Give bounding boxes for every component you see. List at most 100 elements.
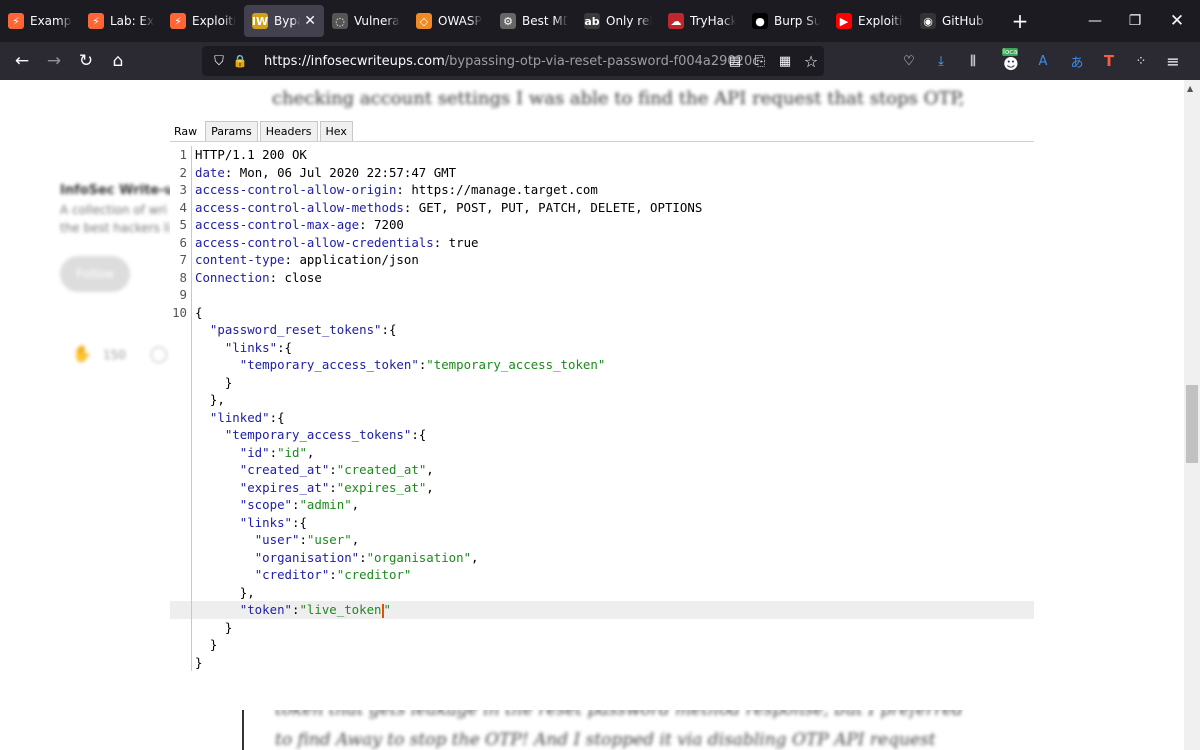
forward-arrow-icon[interactable]: → bbox=[38, 45, 70, 77]
burp-tab-params[interactable]: Params bbox=[205, 121, 258, 141]
new-tab-button[interactable]: + bbox=[1002, 9, 1038, 33]
json-punctuation: :{ bbox=[277, 339, 292, 355]
browser-tab[interactable]: ⚡ Example bbox=[0, 0, 80, 42]
scrollbar-thumb[interactable] bbox=[1186, 385, 1198, 463]
code-line: "links":{ bbox=[170, 513, 1034, 531]
follow-button[interactable]: Follow bbox=[60, 256, 130, 292]
reader-view-icon[interactable]: ▤ bbox=[722, 48, 748, 74]
line-number bbox=[170, 391, 187, 409]
library-icon[interactable]: ⫼ bbox=[960, 48, 986, 74]
json-value: "organisation" bbox=[366, 549, 472, 565]
json-value: "temporary_access_token" bbox=[426, 357, 606, 372]
browser-tab[interactable]: ⚡ Exploitin bbox=[162, 0, 244, 42]
gutter-divider bbox=[191, 548, 192, 566]
extension-localhost-icon[interactable]: loca ☻ bbox=[998, 48, 1024, 74]
clap-icon[interactable]: ✋ bbox=[72, 344, 92, 363]
gutter-divider bbox=[191, 338, 192, 356]
browser-tab[interactable]: ◉ GitHub - bbox=[912, 0, 996, 42]
json-punctuation: , bbox=[351, 497, 360, 512]
browser-tab[interactable]: ⚙ Best MD bbox=[492, 0, 576, 42]
comment-icon[interactable]: ◯ bbox=[150, 344, 168, 363]
browser-tab-label: Vulnerat bbox=[354, 14, 400, 28]
burp-tab-hex[interactable]: Hex bbox=[319, 121, 353, 141]
line-number bbox=[170, 339, 187, 357]
line-text: access-control-max-age: 7200 bbox=[195, 216, 404, 234]
lock-icon[interactable]: 🔒 bbox=[230, 54, 250, 68]
line-text: "expires_at":"expires_at", bbox=[195, 479, 434, 497]
browser-tab[interactable]: ab Only rela bbox=[576, 0, 660, 42]
translate-alt-extension-icon[interactable]: あ bbox=[1064, 48, 1090, 74]
line-number bbox=[170, 374, 187, 392]
line-number bbox=[170, 549, 187, 567]
code-line: }, bbox=[170, 391, 1034, 409]
gutter-divider bbox=[191, 478, 192, 496]
code-line: 8 Connection: close bbox=[170, 268, 1034, 286]
browser-tab[interactable]: ● Burp Sui bbox=[744, 0, 828, 42]
code-line: } bbox=[170, 373, 1034, 392]
line-number: 6 bbox=[179, 234, 187, 250]
gutter-divider bbox=[191, 286, 192, 304]
gutter-divider bbox=[191, 443, 192, 461]
url-path: /bypassing-otp-via-reset-password-f004a2… bbox=[444, 53, 760, 69]
browser-tab-label: Bypas bbox=[274, 14, 300, 28]
gutter-divider bbox=[191, 566, 192, 584]
json-value: "admin" bbox=[299, 497, 352, 512]
http-response-editor[interactable]: 1 HTTP/1.1 200 OK 2 date: Mon, 06 Jul 2020 … bbox=[170, 146, 1034, 671]
json-key: "password_reset_tokens" bbox=[209, 322, 382, 337]
pocket-icon[interactable]: ♡ bbox=[896, 48, 922, 74]
gutter-divider bbox=[191, 513, 192, 531]
browser-tab[interactable]: ◇ OWASP bbox=[408, 0, 492, 42]
browser-tab[interactable]: ☁ TryHackI bbox=[660, 0, 744, 42]
page-scrollbar[interactable]: ▲ bbox=[1184, 80, 1200, 750]
json-punctuation: , bbox=[426, 462, 434, 477]
publication-name[interactable]: InfoSec Write-u bbox=[60, 183, 174, 198]
home-icon[interactable]: ⌂ bbox=[102, 45, 134, 77]
line-number: 5 bbox=[179, 217, 187, 232]
browser-tab[interactable]: ▶ Exploitin bbox=[828, 0, 912, 42]
burp-response-panel: Raw Params Headers Hex 1 HTTP/1.1 200 OK 2 dat… bbox=[170, 120, 1034, 710]
gutter-divider bbox=[191, 583, 192, 601]
line-number bbox=[170, 426, 187, 444]
code-line: 9 bbox=[170, 286, 1034, 304]
translate-extension-icon[interactable]: A bbox=[1030, 48, 1056, 74]
browser-tab[interactable]: ◌ Vulnerat bbox=[324, 0, 408, 42]
gutter-divider bbox=[191, 653, 192, 671]
json-punctuation: : bbox=[329, 479, 337, 495]
browser-tab[interactable]: ⚡ Lab: Expl bbox=[80, 0, 162, 42]
burp-tab-raw[interactable]: Raw bbox=[170, 121, 204, 141]
line-number: 10 bbox=[172, 304, 187, 320]
code-line: "temporary_access_token":"temporary_acce… bbox=[170, 356, 1034, 374]
json-punctuation: }, bbox=[209, 392, 225, 407]
line-number bbox=[170, 356, 187, 374]
line-number bbox=[170, 409, 187, 427]
bookmark-star-icon[interactable]: ☆ bbox=[798, 48, 824, 74]
url-text[interactable]: https://infosecwriteups.com/bypassing-ot… bbox=[264, 54, 759, 69]
header-name: access-control-allow-credentials bbox=[195, 234, 434, 250]
back-arrow-icon[interactable]: ← bbox=[6, 45, 38, 77]
restore-window-icon[interactable]: ❐ bbox=[1112, 0, 1158, 42]
translate-icon[interactable]: ⎘ bbox=[747, 48, 773, 74]
header-name: Connection bbox=[195, 269, 270, 285]
browser-tab[interactable]: IW Bypas ✕ bbox=[244, 5, 324, 37]
downloads-icon[interactable]: ⤓ bbox=[928, 48, 954, 74]
hamburger-menu-icon[interactable]: ≡ bbox=[1160, 48, 1186, 74]
scroll-up-icon[interactable]: ▲ bbox=[1187, 84, 1193, 93]
line-number bbox=[170, 531, 187, 549]
close-tab-icon[interactable]: ✕ bbox=[304, 13, 316, 29]
reload-icon[interactable]: ↻ bbox=[70, 45, 102, 77]
json-punctuation: } bbox=[209, 637, 218, 652]
t-extension-icon[interactable]: T bbox=[1096, 48, 1122, 74]
close-window-icon[interactable]: ✕ bbox=[1154, 0, 1200, 42]
json-value: " bbox=[383, 602, 391, 617]
shield-icon[interactable]: ⛉ bbox=[208, 54, 230, 69]
qr-code-icon[interactable]: ▦ bbox=[772, 48, 798, 74]
json-punctuation: , bbox=[306, 444, 315, 460]
code-line: "links":{ bbox=[170, 338, 1034, 357]
gutter-divider bbox=[191, 531, 192, 549]
burp-tab-headers[interactable]: Headers bbox=[259, 121, 318, 141]
code-line: 1 HTTP/1.1 200 OK bbox=[170, 146, 1034, 164]
line-number: 8 bbox=[179, 269, 187, 285]
extensions-grid-icon[interactable]: ⁘ bbox=[1128, 48, 1154, 74]
gutter-divider bbox=[191, 373, 192, 391]
extension-badge: loca bbox=[1002, 48, 1019, 56]
